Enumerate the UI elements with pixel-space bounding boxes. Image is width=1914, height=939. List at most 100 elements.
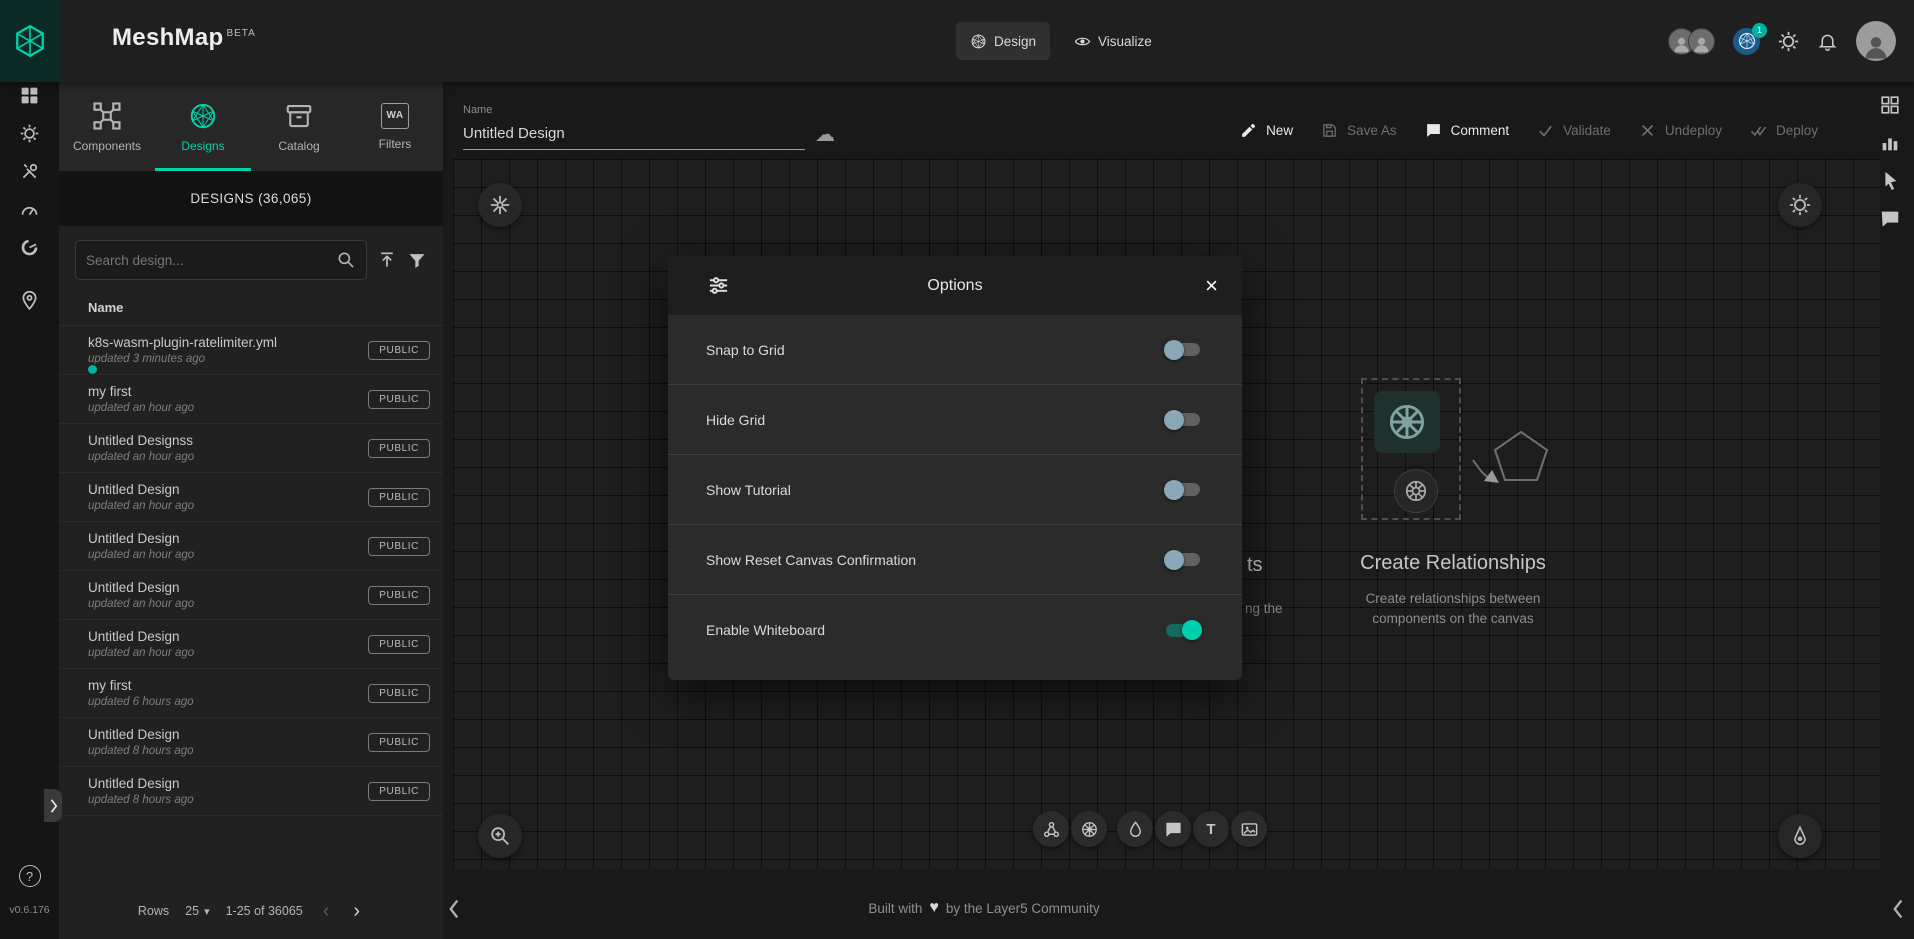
visualize-mode-button[interactable]: Visualize [1060, 22, 1166, 60]
validate-button[interactable]: Validate [1537, 122, 1611, 139]
layer5-logo[interactable] [0, 0, 59, 82]
option-label: Enable Whiteboard [706, 622, 825, 638]
pagination: Rows 25▾ 1-25 of 36065 ‹ › [59, 901, 443, 921]
toggle-hide-grid[interactable] [1164, 409, 1202, 431]
tab-catalog[interactable]: Catalog [251, 82, 347, 171]
design-name: my first [88, 678, 194, 695]
design-list-item[interactable]: k8s-wasm-plugin-ratelimiter.ymlupdated 3… [59, 326, 443, 375]
save-as-button[interactable]: Save As [1321, 122, 1397, 139]
filter-designs-button[interactable] [407, 250, 427, 270]
x-icon [1639, 122, 1656, 139]
design-updated: updated 8 hours ago [88, 745, 194, 757]
check-icon [1537, 122, 1554, 139]
close-icon[interactable]: × [1205, 275, 1218, 297]
toggle-show-tutorial[interactable] [1164, 479, 1202, 501]
search-icon[interactable] [336, 250, 356, 270]
undeploy-button[interactable]: Undeploy [1639, 122, 1722, 139]
comment-tool-button[interactable] [1155, 811, 1191, 847]
design-list-item[interactable]: Untitled Designssupdated an hour ago PUB… [59, 424, 443, 473]
open-right-drawer-button[interactable] [1891, 896, 1906, 922]
next-page-button[interactable]: › [349, 901, 364, 921]
settings-button[interactable] [1778, 31, 1799, 52]
map-pin-icon[interactable] [19, 290, 40, 311]
chat-icon[interactable] [1879, 208, 1901, 230]
design-search-input[interactable] [86, 253, 336, 268]
options-modal-body: Snap to Grid Hide Grid Show Tutorial Sho… [668, 315, 1242, 680]
comment-button[interactable]: Comment [1425, 122, 1510, 139]
double-check-icon [1750, 122, 1767, 139]
eye-icon [1074, 33, 1091, 50]
shapes-tool-button[interactable] [1117, 811, 1153, 847]
configuration-tools-icon[interactable] [19, 161, 40, 182]
list-column-header: Name [59, 292, 443, 326]
help-button[interactable]: ? [19, 865, 41, 887]
asterisk-icon [489, 194, 511, 216]
dashboard-icon[interactable] [19, 85, 40, 106]
user-avatar[interactable] [1856, 21, 1896, 61]
designs-section-header[interactable]: DESIGNS (36,065) [59, 171, 443, 226]
design-list-item[interactable]: Untitled Designupdated 8 hours ago PUBLI… [59, 718, 443, 767]
design-updated: updated 6 hours ago [88, 696, 194, 708]
person-icon [1862, 33, 1890, 61]
import-design-button[interactable] [377, 250, 397, 270]
design-list-item[interactable]: Untitled Designupdated an hour ago PUBLI… [59, 522, 443, 571]
notifications-button[interactable] [1817, 31, 1838, 52]
tab-label: Designs [181, 139, 224, 153]
design-name: Untitled Designss [88, 433, 194, 450]
design-list-item[interactable]: my firstupdated 6 hours ago PUBLIC [59, 669, 443, 718]
rows-per-page-select[interactable]: 25▾ [185, 904, 209, 918]
panels-grid-icon[interactable] [1879, 94, 1901, 116]
tab-label: Filters [379, 137, 412, 151]
search-box [75, 240, 367, 280]
canvas-settings-button[interactable] [1778, 183, 1822, 227]
toggle-snap-to-grid[interactable] [1164, 339, 1202, 361]
app-title: MeshMapBETA [112, 24, 256, 52]
lifecycle-icon[interactable] [19, 123, 40, 144]
zoom-button[interactable] [478, 814, 522, 858]
option-row: Hide Grid [668, 385, 1242, 455]
toggle-enable-whiteboard[interactable] [1164, 619, 1202, 641]
catalog-icon [284, 101, 314, 131]
design-name: k8s-wasm-plugin-ratelimiter.yml [88, 335, 277, 352]
image-tool-button[interactable] [1231, 811, 1267, 847]
layer5-hexagon-icon [13, 24, 47, 58]
design-name-field: Name [463, 104, 805, 150]
tab-filters[interactable]: WA Filters [347, 82, 443, 171]
design-mode-button[interactable]: Design [956, 22, 1050, 60]
rows-label: Rows [138, 904, 169, 918]
design-name-input[interactable] [463, 123, 805, 150]
visibility-badge: PUBLIC [368, 635, 430, 654]
design-list-item[interactable]: Untitled Designupdated an hour ago PUBLI… [59, 620, 443, 669]
design-list-item[interactable]: Untitled Designupdated 8 hours ago PUBLI… [59, 767, 443, 816]
collapse-left-drawer-button[interactable] [447, 896, 462, 922]
design-list-item[interactable]: Untitled Designupdated an hour ago PUBLI… [59, 473, 443, 522]
expand-nav-button[interactable] [44, 789, 62, 822]
component-selection-box[interactable] [1361, 378, 1461, 520]
helm-component-node[interactable] [1394, 469, 1438, 513]
design-list-item[interactable]: my firstupdated an hour ago PUBLIC [59, 375, 443, 424]
design-list-item[interactable]: Untitled Designupdated an hour ago PUBLI… [59, 571, 443, 620]
visibility-badge: PUBLIC [368, 537, 430, 556]
tab-label: Catalog [278, 139, 319, 153]
create-relationships-hint: Create Relationships Create relationship… [1328, 552, 1578, 628]
tab-designs[interactable]: Designs [155, 82, 251, 171]
chart-icon[interactable] [1879, 132, 1901, 154]
mesh-config-button[interactable] [478, 183, 522, 227]
collaborator-avatar[interactable] [1688, 28, 1715, 55]
toggle-show-reset-canvas-confirmation[interactable] [1164, 549, 1202, 571]
kubernetes-tool-button[interactable] [1071, 811, 1107, 847]
workspace-button[interactable]: 1 [1733, 28, 1760, 55]
extensions-icon[interactable] [19, 237, 40, 258]
search-row [59, 226, 443, 292]
tab-components[interactable]: Components [59, 82, 155, 171]
option-row: Show Tutorial [668, 455, 1242, 525]
draw-tool-button[interactable] [1778, 814, 1822, 858]
pointer-icon[interactable] [1879, 170, 1901, 192]
node-graph-tool-button[interactable] [1033, 811, 1069, 847]
new-design-button[interactable]: New [1240, 122, 1293, 139]
deploy-button[interactable]: Deploy [1750, 122, 1818, 139]
kubernetes-component-node[interactable] [1374, 391, 1440, 453]
text-tool-button[interactable]: T [1193, 811, 1229, 847]
previous-page-button[interactable]: ‹ [319, 901, 334, 921]
performance-icon[interactable] [19, 199, 40, 220]
